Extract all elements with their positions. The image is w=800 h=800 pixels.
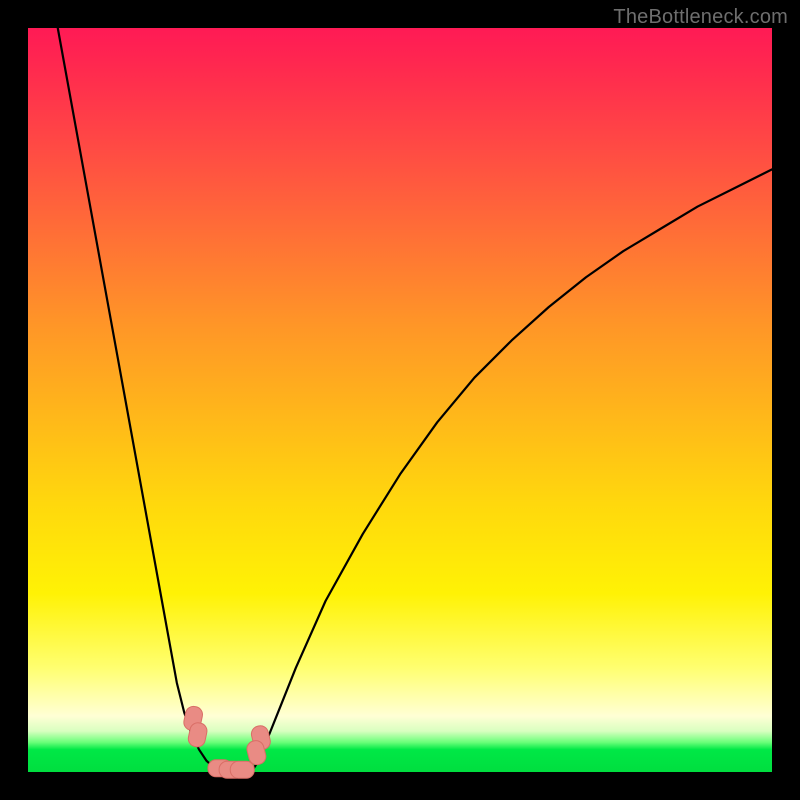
series-right-branch [251,169,772,772]
valley-marker-right [230,761,254,778]
watermark-text: TheBottleneck.com [613,6,788,29]
curve-markers [182,705,272,778]
curve-svg [28,28,772,772]
curve-lines [58,28,772,772]
chart-frame: TheBottleneck.com [0,0,800,800]
series-left-branch [58,28,222,772]
plot-area [28,28,772,772]
